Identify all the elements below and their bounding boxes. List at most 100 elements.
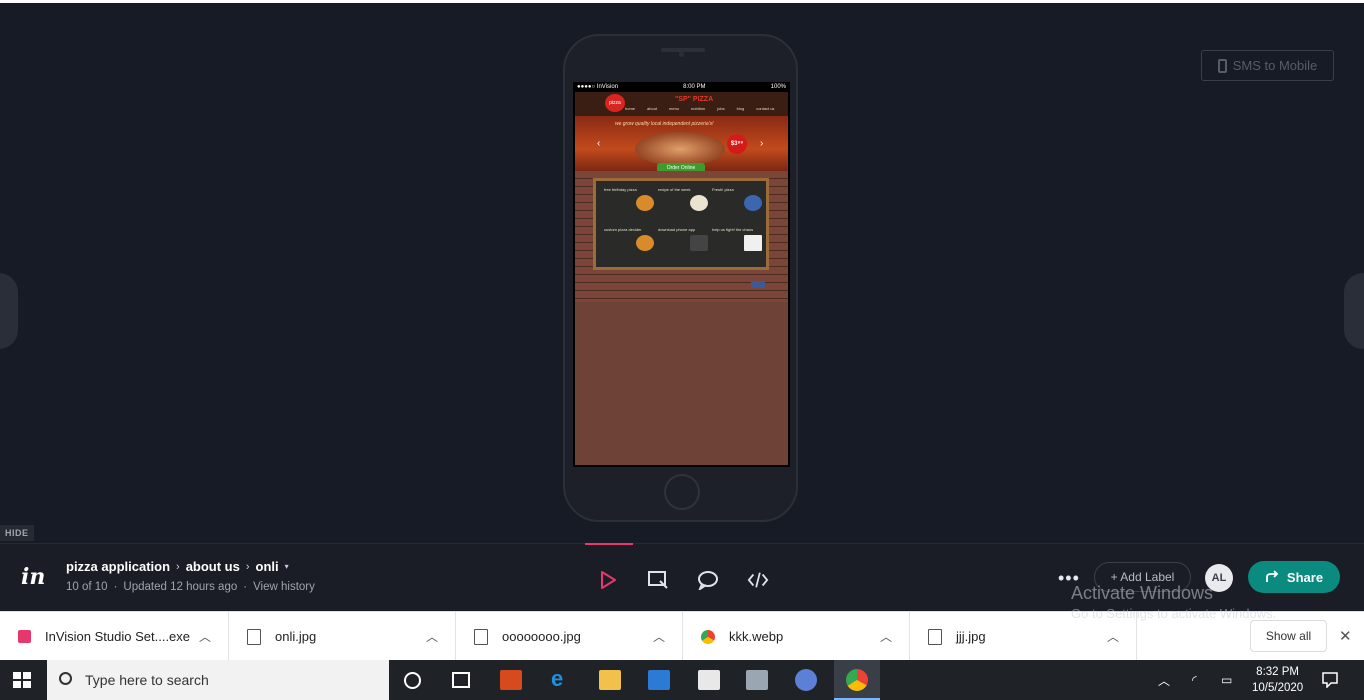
chevron-right-icon: ›: [176, 560, 180, 573]
caret-up-icon[interactable]: ︿: [880, 628, 892, 645]
download-filename: InVision Studio Set....exe: [45, 629, 191, 644]
hero-pizza-image: [635, 132, 725, 166]
hero-next-arrow-icon[interactable]: ›: [760, 138, 763, 149]
updated-time: Updated 12 hours ago: [123, 581, 238, 593]
caret-up-icon[interactable]: ︿: [653, 628, 665, 645]
download-filename: kkk.webp: [729, 629, 784, 644]
site-nav-item[interactable]: jobs: [717, 106, 724, 111]
taskbar-search-input[interactable]: Type here to search: [47, 660, 389, 700]
sms-to-mobile-button[interactable]: SMS to Mobile: [1201, 50, 1334, 81]
windows-start-icon[interactable]: [13, 672, 31, 688]
site-nav-item[interactable]: about: [647, 106, 657, 111]
preview-mode-button[interactable]: [597, 569, 619, 591]
share-label: Share: [1286, 569, 1324, 585]
phone-camera: [679, 52, 684, 57]
site-hero: we grow quality local independent pizzer…: [575, 116, 788, 173]
notification-icon[interactable]: [1322, 660, 1340, 700]
next-screen-button[interactable]: [1344, 273, 1364, 349]
comment-mode-button[interactable]: [697, 569, 719, 591]
view-history-link[interactable]: View history: [253, 581, 315, 593]
cell-image: [636, 235, 654, 251]
prototype-stage: SMS to Mobile ●●●●○ InVision 8:00 PM 100…: [0, 3, 1364, 543]
site-nav-item[interactable]: nutrition: [691, 106, 705, 111]
chrome-canary-icon[interactable]: [795, 669, 817, 691]
play-icon: [601, 571, 616, 589]
hide-toolbar-button[interactable]: HIDE: [0, 525, 34, 541]
taskbar-clock[interactable]: 8:32 PM 10/5/2020: [1252, 664, 1303, 696]
cortana-icon[interactable]: [404, 672, 421, 689]
network-icon[interactable]: ◜: [1192, 660, 1197, 700]
chevron-right-icon: ›: [245, 560, 250, 573]
photos-app-icon[interactable]: [746, 670, 768, 690]
image-file-icon: [474, 628, 488, 645]
hero-prev-arrow-icon[interactable]: ‹: [597, 138, 600, 149]
clock-time: 8:32 PM: [1256, 666, 1299, 678]
download-item[interactable]: onli.jpg ︿: [229, 612, 456, 661]
caret-down-icon[interactable]: ▾: [285, 562, 289, 571]
chevron-up-icon[interactable]: ︿: [1158, 660, 1170, 700]
site-nav-item[interactable]: home: [625, 106, 635, 111]
site-logo[interactable]: pizza: [605, 94, 625, 112]
download-item[interactable]: kkk.webp ︿: [683, 612, 910, 661]
board-cell[interactable]: free birthday pizza: [604, 187, 654, 225]
caret-up-icon[interactable]: ︿: [1107, 628, 1119, 645]
site-nav-item[interactable]: contact us: [756, 106, 774, 111]
mail-icon[interactable]: [648, 670, 670, 690]
image-file-icon: [247, 628, 261, 645]
cell-image: [636, 195, 654, 211]
cell-image: [690, 235, 708, 251]
brick-wall-section: free birthday pizza recipe of the week F…: [575, 171, 788, 302]
sms-button-label: SMS to Mobile: [1232, 58, 1318, 73]
breadcrumb: pizza application › about us › onli ▾: [66, 559, 289, 574]
board-cell-title: free birthday pizza: [604, 187, 637, 192]
site-nav-item[interactable]: menu: [669, 106, 679, 111]
close-icon[interactable]: ✕: [1339, 627, 1352, 645]
comment-icon: [698, 571, 718, 590]
screen-count: 10 of 10: [66, 581, 108, 593]
board-cell[interactable]: custom pizza decider: [604, 227, 654, 265]
breadcrumb-section[interactable]: about us: [186, 559, 240, 574]
phone-speaker: [661, 48, 705, 52]
board-cell[interactable]: Fresh! pizza: [712, 187, 762, 225]
previous-screen-button[interactable]: [0, 273, 18, 349]
phone-screen[interactable]: ●●●●○ InVision 8:00 PM 100% pizza "SP" P…: [573, 82, 790, 467]
board-cell[interactable]: recipe of the week: [658, 187, 708, 225]
caret-up-icon[interactable]: ︿: [426, 628, 438, 645]
site-lower-area: [575, 302, 788, 465]
download-filename: jjj.jpg: [956, 629, 986, 644]
breadcrumb-screen[interactable]: onli: [256, 559, 279, 574]
invision-logo[interactable]: in: [21, 564, 45, 590]
board-cell-title: Fresh! pizza: [712, 187, 734, 192]
download-item[interactable]: InVision Studio Set....exe ︿: [0, 612, 229, 661]
download-item[interactable]: oooooooo.jpg ︿: [456, 612, 683, 661]
screen-meta: 10 of 10 · Updated 12 hours ago · View h…: [66, 581, 315, 593]
inspect-mode-button[interactable]: [747, 569, 769, 591]
show-all-button[interactable]: Show all: [1250, 620, 1327, 652]
powerpoint-app-icon[interactable]: [500, 670, 522, 690]
hotspot-icon: [648, 571, 668, 589]
task-view-icon[interactable]: [452, 672, 470, 688]
status-carrier: ●●●●○ InVision: [577, 84, 619, 90]
search-icon: [59, 672, 72, 685]
mode-tools: [597, 569, 769, 591]
social-icons[interactable]: [751, 281, 765, 288]
file-explorer-icon[interactable]: [599, 670, 621, 690]
site-nav-item[interactable]: blog: [737, 106, 745, 111]
invision-file-icon: [18, 630, 31, 643]
board-cell[interactable]: download phone app: [658, 227, 708, 265]
activate-windows-watermark: Activate Windows Go to Settings to activ…: [1071, 583, 1276, 621]
battery-icon[interactable]: ▭: [1221, 660, 1232, 700]
cell-image: [744, 235, 762, 251]
active-chrome-tab[interactable]: [834, 660, 880, 700]
build-mode-button[interactable]: [647, 569, 669, 591]
board-cell[interactable]: help us fight! the chaos: [712, 227, 762, 265]
board-cell-title: recipe of the week: [658, 187, 691, 192]
store-icon[interactable]: [698, 670, 720, 690]
breadcrumb-project[interactable]: pizza application: [66, 559, 170, 574]
cell-image: [744, 195, 762, 211]
site-nav: home about menu nutrition jobs blog cont…: [625, 106, 774, 111]
pizza-website: pizza "SP" PIZZA home about menu nutriti…: [575, 92, 788, 465]
edge-browser-icon[interactable]: e: [551, 666, 573, 691]
caret-up-icon[interactable]: ︿: [199, 628, 211, 645]
board-cell-title: help us fight! the chaos: [712, 227, 754, 232]
